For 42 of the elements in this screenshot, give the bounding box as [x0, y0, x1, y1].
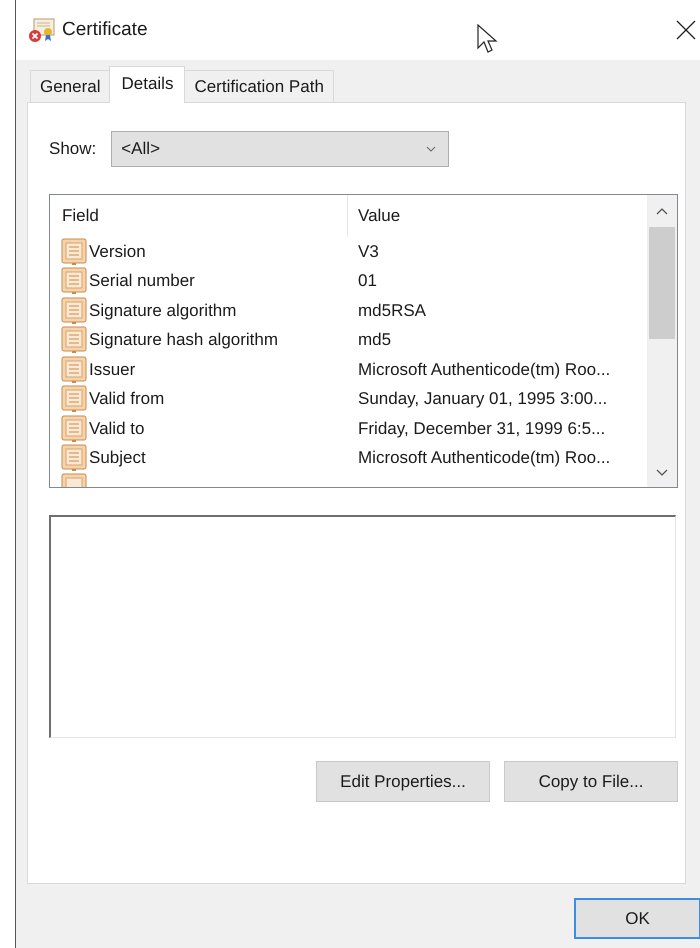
field-name: Valid to: [89, 418, 144, 439]
field-icon: [61, 267, 87, 296]
tab[interactable]: Certification Path: [184, 70, 334, 102]
scrollbar[interactable]: [647, 195, 677, 487]
field-icon: [61, 296, 87, 325]
field-value: md5: [358, 330, 392, 350]
field-value: Microsoft Authenticode(tm) Roo...: [358, 448, 610, 468]
field-name: Subject: [89, 448, 146, 468]
certificate-error-icon: [28, 16, 56, 44]
field-value: Friday, December 31, 1999 6:5...: [358, 418, 606, 439]
field-icon: [61, 326, 87, 354]
field-name: Serial number: [89, 271, 195, 292]
field-name: Signature hash algorithm: [89, 330, 278, 350]
chevron-down-icon: [426, 146, 436, 152]
field-icon: [61, 356, 87, 384]
field-name: Signature algorithm: [89, 300, 236, 321]
column-header[interactable]: Field: [50, 195, 348, 237]
scrollbar-thumb[interactable]: [649, 227, 675, 339]
mouse-pointer-icon: [477, 24, 499, 54]
field-value: md5RSA: [358, 300, 426, 321]
field-value: 01: [358, 271, 377, 292]
ok-button[interactable]: OK: [574, 898, 700, 939]
field-icon: [61, 414, 87, 443]
action-button[interactable]: Copy to File...: [504, 761, 678, 802]
tab[interactable]: Details: [109, 66, 186, 103]
field-value: Microsoft Authenticode(tm) Roo...: [358, 360, 610, 380]
field-value: V3: [358, 242, 379, 262]
field-value: Sunday, January 01, 1995 3:00...: [358, 389, 608, 410]
close-icon[interactable]: [676, 20, 696, 40]
field-icon: [61, 238, 87, 266]
field-name: Version: [89, 242, 146, 262]
tab[interactable]: General: [30, 70, 110, 102]
show-label: Show:: [49, 139, 96, 159]
show-dropdown[interactable]: <All>: [111, 131, 450, 167]
field-name: Issuer: [89, 360, 136, 380]
field-icon: [61, 385, 87, 414]
column-header[interactable]: Value: [348, 206, 400, 226]
field-name: Valid from: [89, 389, 164, 410]
action-button[interactable]: Edit Properties...: [316, 761, 490, 802]
window-title: Certificate: [62, 19, 148, 41]
scroll-up-icon[interactable]: [656, 207, 668, 215]
scroll-down-icon[interactable]: [656, 469, 668, 477]
